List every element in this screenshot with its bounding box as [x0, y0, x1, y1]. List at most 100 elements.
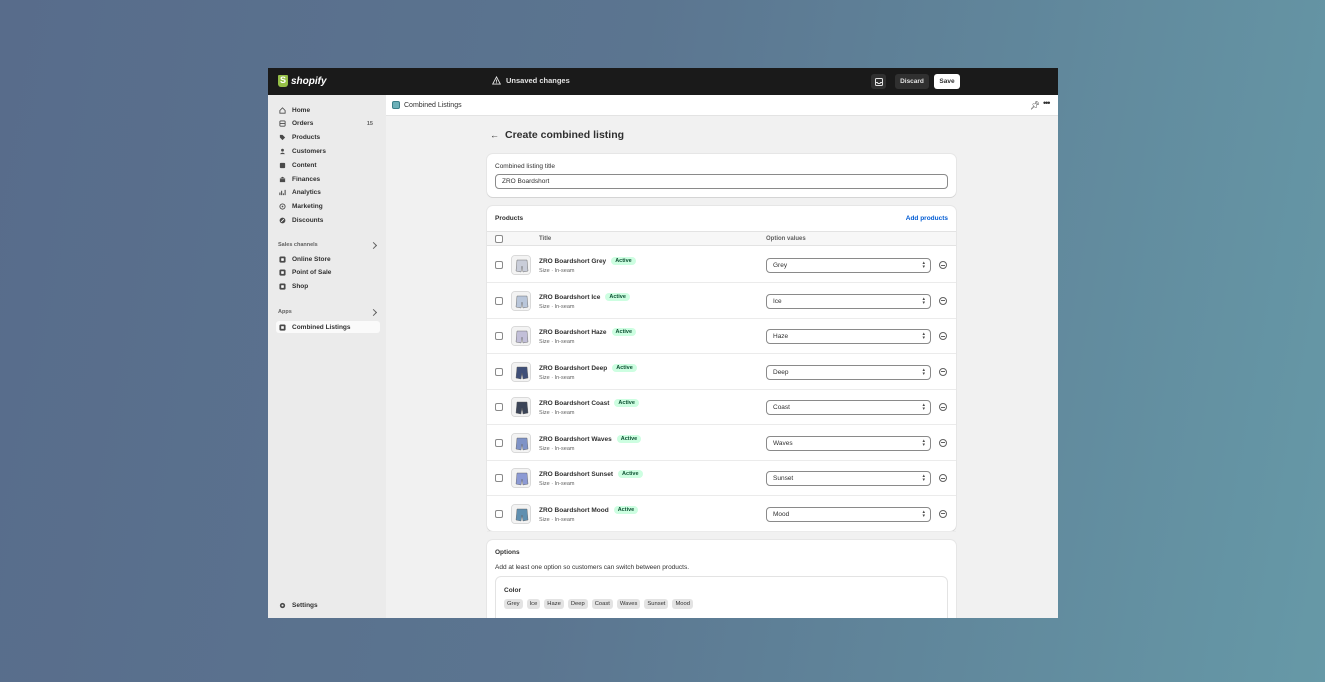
select-caret-icon: ▴ ▾ — [922, 295, 925, 306]
listing-title-input[interactable]: ZRO Boardshort — [495, 174, 948, 189]
product-name[interactable]: ZRO Boardshort Ice Active — [539, 292, 630, 301]
table-row[interactable]: ZRO Boardshort Coast Active Size · In-sea… — [487, 389, 956, 425]
product-name[interactable]: ZRO Boardshort Grey Active — [539, 257, 636, 265]
option-value-select[interactable]: Waves ▴ ▾ — [766, 435, 931, 451]
boardshort-image — [512, 362, 530, 381]
option-value-select[interactable]: Coast ▴ ▾ — [766, 400, 931, 415]
sidebar-item-orders[interactable]: Orders 15 — [276, 118, 380, 130]
more-options-icon[interactable]: ••• — [1043, 98, 1051, 108]
back-arrow-icon[interactable]: ← — [490, 130, 499, 140]
sidebar-item-label: Orders — [292, 120, 314, 128]
option-value-select[interactable]: Mood ▴ ▾ — [766, 506, 931, 522]
option-value-select[interactable]: Grey ▴ ▾ — [766, 258, 931, 273]
product-name[interactable]: ZRO Boardshort Deep Active — [539, 363, 637, 372]
table-row[interactable]: ZRO Boardshort Haze Active Size · In-seam… — [487, 318, 956, 354]
product-thumbnail — [511, 361, 531, 382]
option-value-chip[interactable]: Sunset — [644, 599, 669, 609]
option-value-select[interactable]: Sunset ▴ ▾ — [766, 471, 931, 486]
sidebar-item-customers[interactable]: Customers — [276, 145, 380, 157]
option-value-text: Waves — [773, 439, 793, 447]
table-row[interactable]: ZRO Boardshort Ice Active Size · In-seam … — [487, 283, 956, 319]
remove-product-icon[interactable] — [939, 474, 947, 482]
top-bar: shopify Unsaved changes Discard Save — [268, 68, 1058, 95]
inbox-button[interactable] — [871, 74, 886, 89]
sidebar-item-online-store[interactable]: Online Store — [276, 253, 380, 265]
remove-product-icon[interactable] — [939, 367, 947, 376]
save-button[interactable]: Save — [934, 74, 960, 89]
remove-product-icon[interactable] — [939, 509, 947, 518]
remove-product-icon[interactable] — [939, 438, 947, 447]
app-title[interactable]: Combined Listings — [392, 101, 462, 109]
status-badge: Active — [618, 470, 643, 478]
table-row[interactable]: ZRO Boardshort Waves Active Size · In-sea… — [487, 425, 956, 461]
sidebar-item-discounts[interactable]: Discounts — [276, 214, 380, 226]
product-name[interactable]: ZRO Boardshort Coast Active — [539, 399, 639, 407]
row-checkbox[interactable] — [495, 261, 503, 269]
remove-product-icon[interactable] — [939, 332, 947, 340]
option-value-chip[interactable]: Waves — [616, 599, 641, 609]
sidebar-item-finances[interactable]: Finances — [276, 173, 380, 185]
sidebar-item-point-of-sale[interactable]: Point of Sale — [276, 267, 380, 279]
chevron-right-icon[interactable] — [369, 308, 378, 317]
discard-button[interactable]: Discard — [895, 74, 929, 89]
sidebar-item-products[interactable]: Products — [276, 132, 380, 144]
product-name[interactable]: ZRO Boardshort Sunset Active — [539, 470, 643, 478]
row-checkbox[interactable] — [495, 509, 503, 518]
shopify-logo[interactable]: shopify — [278, 75, 327, 87]
option-value-select[interactable]: Deep ▴ ▾ — [766, 364, 931, 380]
option-value-text: Coast — [773, 404, 790, 411]
product-name-text: ZRO Boardshort Sunset — [539, 471, 614, 478]
status-badge: Active — [613, 505, 639, 514]
row-checkbox[interactable] — [495, 474, 503, 482]
remove-product-icon[interactable] — [939, 296, 947, 305]
options-hint: Add at least one option so customers can… — [495, 564, 690, 571]
product-name[interactable]: ZRO Boardshort Waves Active — [539, 434, 642, 443]
product-name[interactable]: ZRO Boardshort Haze Active — [539, 328, 637, 336]
sidebar-item-home[interactable]: Home — [276, 104, 380, 116]
sidebar: Home Orders 15 Products Customers Content Fina… — [268, 95, 386, 618]
row-checkbox[interactable] — [495, 438, 503, 447]
select-all-checkbox[interactable] — [495, 235, 503, 243]
sidebar-item-analytics[interactable]: Analytics — [276, 187, 380, 199]
table-row[interactable]: ZRO Boardshort Grey Active Size · In-seam… — [487, 247, 956, 283]
sidebar-item-shop[interactable]: Shop — [276, 281, 380, 293]
status-badge: Active — [614, 399, 639, 407]
discount-icon — [279, 217, 286, 224]
sidebar-item-combined-listings[interactable]: Combined Listings — [276, 321, 380, 333]
option-value-select[interactable]: Haze ▴ ▾ — [766, 329, 931, 344]
table-row[interactable]: ZRO Boardshort Deep Active Size · In-seam… — [487, 354, 956, 390]
option-value-select[interactable]: Ice ▴ ▾ — [766, 293, 931, 309]
tag-icon — [279, 134, 286, 141]
add-products-button[interactable]: Add products — [906, 215, 948, 222]
table-row[interactable]: ZRO Boardshort Mood Active Size · In-seam… — [487, 496, 956, 532]
option-value-chip[interactable]: Grey — [504, 599, 523, 609]
option-group-color[interactable]: Color Grey Ice Haze Deep Coast Waves Sunset Moo… — [495, 576, 948, 618]
row-checkbox[interactable] — [495, 367, 503, 376]
row-checkbox[interactable] — [495, 296, 503, 305]
option-value-chip[interactable]: Haze — [544, 599, 564, 609]
boardshort-image — [512, 433, 530, 452]
sales-channels-heading[interactable]: Sales channels — [278, 242, 318, 248]
boardshort-image — [512, 291, 530, 310]
sidebar-item-settings[interactable]: Settings — [276, 599, 380, 611]
option-value-chip[interactable]: Ice — [526, 599, 541, 609]
table-row[interactable]: ZRO Boardshort Sunset Active Size · In-se… — [487, 460, 956, 496]
apps-heading[interactable]: Apps — [278, 309, 292, 315]
product-name-text: ZRO Boardshort Deep — [539, 364, 608, 372]
remove-product-icon[interactable] — [939, 403, 947, 411]
option-value-chip[interactable]: Mood — [672, 599, 693, 609]
row-checkbox[interactable] — [495, 332, 503, 340]
select-caret-icon: ▴ ▾ — [922, 473, 925, 483]
chevron-right-icon[interactable] — [369, 241, 378, 250]
product-name[interactable]: ZRO Boardshort Mood Active — [539, 505, 639, 514]
pin-icon[interactable]: 📌︎ — [1030, 101, 1040, 110]
sidebar-item-content[interactable]: Content — [276, 159, 380, 171]
inbox-icon — [874, 77, 883, 86]
sidebar-item-marketing[interactable]: Marketing — [276, 201, 380, 213]
row-checkbox[interactable] — [495, 403, 503, 411]
option-value-chip[interactable]: Coast — [591, 599, 613, 609]
product-name-text: ZRO Boardshort Grey — [539, 258, 607, 265]
option-value-chip[interactable]: Deep — [567, 599, 588, 609]
option-value-text: Grey — [773, 262, 788, 269]
remove-product-icon[interactable] — [939, 261, 947, 269]
